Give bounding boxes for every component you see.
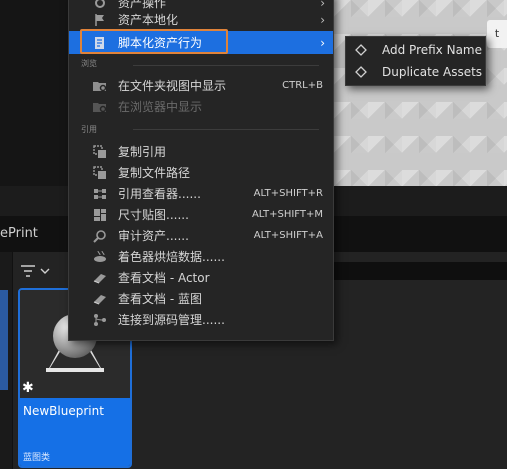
unsaved-star-icon: ✱ bbox=[22, 380, 34, 396]
asset-context-menu: 资产操作 › 资产本地化 › 脚本化资产行为 › 浏览 在文件夹视图中显示 CT… bbox=[68, 0, 334, 341]
filter-icon bbox=[20, 264, 36, 278]
filter-button[interactable] bbox=[20, 262, 56, 280]
menu-item-shortcut: ALT+SHIFT+R bbox=[253, 188, 323, 199]
docs-icon bbox=[92, 270, 108, 286]
menu-item-asset-localization[interactable]: 资产本地化 › bbox=[69, 9, 333, 30]
menu-item-show-in-folder-view[interactable]: 在文件夹视图中显示 CTRL+B bbox=[69, 75, 333, 96]
menu-item-connect-source-control[interactable]: 连接到源码管理...... bbox=[69, 309, 333, 330]
menu-separator bbox=[133, 129, 319, 130]
menu-item-label: 着色器烘焙数据...... bbox=[118, 250, 225, 264]
menu-item-shortcut: ALT+SHIFT+M bbox=[251, 209, 323, 220]
viewport-side-tab[interactable]: t bbox=[487, 20, 507, 48]
menu-item-label: 在浏览器中显示 bbox=[118, 100, 203, 114]
menu-item-label: 资产本地化 bbox=[118, 13, 179, 27]
menu-item-label: 查看文档 - 蓝图 bbox=[118, 292, 202, 306]
menu-item-label: 复制引用 bbox=[118, 145, 167, 159]
docs-icon bbox=[92, 291, 108, 307]
asset-name: NewBlueprint bbox=[23, 404, 104, 418]
scripted-actions-submenu: Add Prefix Name Duplicate Assets bbox=[345, 36, 486, 86]
diamond-icon bbox=[355, 44, 369, 56]
submenu-item-duplicate-assets[interactable]: Duplicate Assets bbox=[346, 61, 485, 83]
menu-item-view-docs-blueprint[interactable]: 查看文档 - 蓝图 bbox=[69, 288, 333, 309]
source-control-icon bbox=[92, 312, 108, 328]
copy-path-icon bbox=[92, 165, 108, 181]
menu-item-copy-file-path[interactable]: 复制文件路径 bbox=[69, 162, 333, 183]
diamond-icon bbox=[355, 66, 369, 78]
sources-panel-handle[interactable] bbox=[0, 290, 8, 390]
submenu-item-add-prefix-name[interactable]: Add Prefix Name bbox=[346, 39, 485, 61]
flag-icon bbox=[92, 12, 108, 28]
menu-item-label: 尺寸贴图...... bbox=[118, 208, 189, 222]
submenu-item-label: Add Prefix Name bbox=[382, 43, 483, 57]
shader-icon bbox=[92, 249, 108, 265]
menu-item-label: 查看文档 - Actor bbox=[118, 271, 210, 285]
content-browser-tab[interactable]: ePrint bbox=[0, 226, 38, 241]
chevron-down-icon bbox=[40, 267, 50, 275]
menu-separator bbox=[133, 65, 319, 66]
browser-search-icon bbox=[92, 99, 108, 115]
section-header-browse: 浏览 bbox=[81, 59, 97, 68]
highlight-outline bbox=[80, 29, 228, 54]
submenu-arrow-icon: › bbox=[320, 35, 325, 50]
menu-item-view-docs-actor[interactable]: 查看文档 - Actor bbox=[69, 267, 333, 288]
menu-item-audit-assets[interactable]: 审计资产...... ALT+SHIFT+A bbox=[69, 225, 333, 246]
reference-viewer-icon bbox=[92, 186, 108, 202]
menu-item-label: 连接到源码管理...... bbox=[118, 313, 225, 327]
menu-item-label: 审计资产...... bbox=[118, 229, 189, 243]
menu-item-shortcut: ALT+SHIFT+A bbox=[253, 230, 323, 241]
submenu-item-label: Duplicate Assets bbox=[382, 65, 483, 79]
menu-item-label: 引用查看器...... bbox=[118, 187, 201, 201]
menu-item-copy-reference[interactable]: 复制引用 bbox=[69, 141, 333, 162]
menu-item-label: 复制文件路径 bbox=[118, 166, 191, 180]
menu-item-reference-viewer[interactable]: 引用查看器...... ALT+SHIFT+R bbox=[69, 183, 333, 204]
search-input[interactable] bbox=[310, 262, 507, 280]
section-header-references: 引用 bbox=[81, 125, 97, 134]
copy-icon bbox=[92, 144, 108, 160]
menu-item-shader-cook-stats[interactable]: 着色器烘焙数据...... bbox=[69, 246, 333, 267]
menu-item-size-map[interactable]: 尺寸贴图...... ALT+SHIFT+M bbox=[69, 204, 333, 225]
menu-item-shortcut: CTRL+B bbox=[282, 80, 323, 91]
audit-icon bbox=[92, 228, 108, 244]
size-map-icon bbox=[92, 207, 108, 223]
submenu-arrow-icon: › bbox=[320, 12, 325, 27]
folder-search-icon bbox=[92, 78, 108, 94]
asset-type: 蓝图类 bbox=[23, 453, 51, 463]
menu-item-show-in-browser[interactable]: 在浏览器中显示 bbox=[69, 96, 333, 117]
menu-item-label: 在文件夹视图中显示 bbox=[118, 79, 227, 93]
left-toolbar-strip bbox=[0, 0, 68, 186]
